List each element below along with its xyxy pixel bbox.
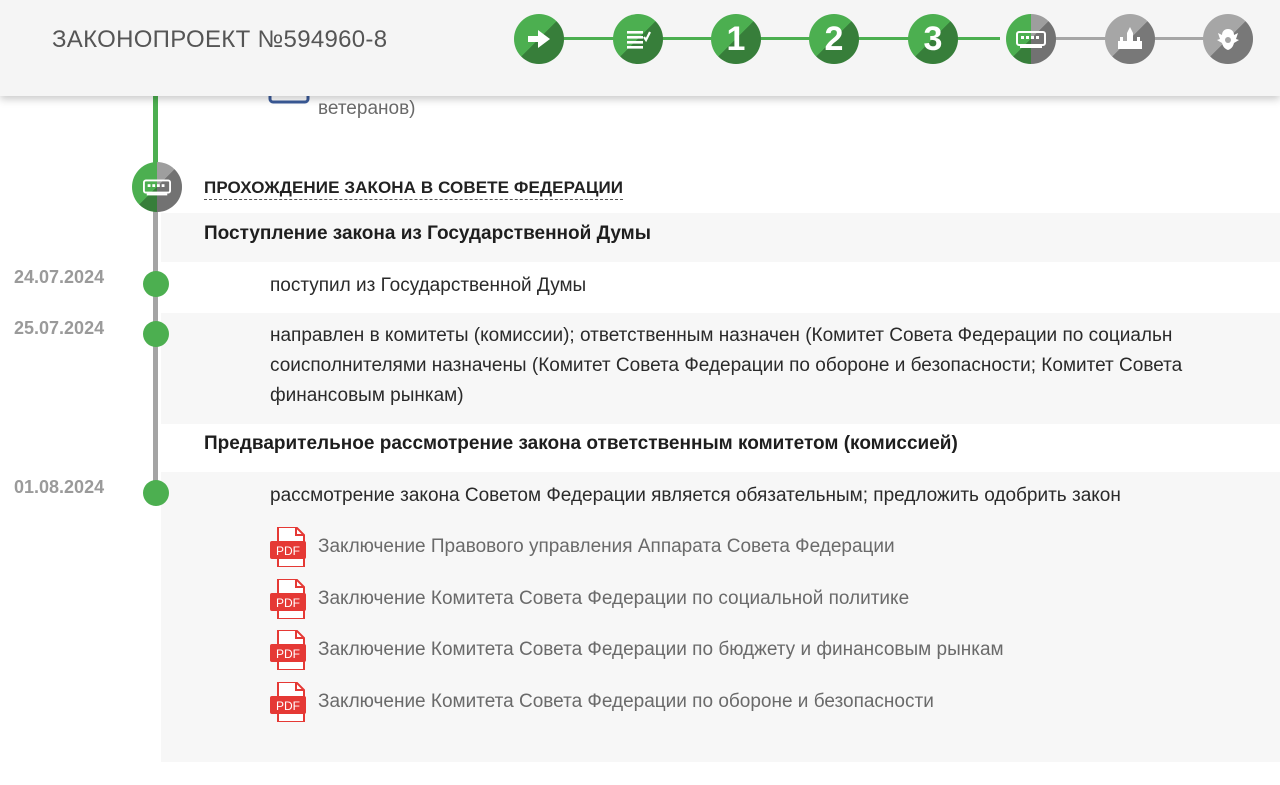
stage-number: 2 (824, 20, 844, 58)
document-link[interactable]: PDF Заключение Правового управления Аппа… (270, 527, 895, 567)
pdf-label: PDF (276, 544, 300, 558)
document-title[interactable]: Заключение Правового управления Аппарата… (318, 536, 895, 558)
event-date: 01.08.2024 (14, 477, 105, 497)
kremlin-icon (1118, 27, 1142, 49)
pdf-label: PDF (276, 699, 300, 713)
timeline-dot (143, 480, 169, 506)
stage-publication[interactable] (1203, 14, 1253, 64)
document-link[interactable]: PDF Заключение Комитета Совета Федерации… (270, 630, 1004, 670)
stage-section-title[interactable]: ПРОХОЖДЕНИЕ ЗАКОНА В СОВЕТЕ ФЕДЕРАЦИИ (204, 178, 624, 200)
stage-federation-council[interactable] (1006, 14, 1056, 64)
pdf-icon: PDF (270, 682, 306, 722)
timeline-rail (153, 200, 158, 495)
arrow-right-icon (528, 30, 550, 48)
pdf-icon: PDF (270, 579, 306, 619)
stage-preliminary[interactable] (613, 14, 663, 64)
document-title[interactable]: Заключение Комитета Совета Федерации по … (318, 588, 909, 610)
document-list-icon (627, 31, 651, 49)
previous-event-fragment: ветеранов) (318, 98, 416, 119)
stage-first-reading[interactable]: 1 (711, 14, 761, 64)
timeline-rail-done (153, 96, 158, 170)
event-text: рассмотрение закона Советом Федерации яв… (270, 485, 1121, 506)
stage-number: 1 (726, 20, 746, 58)
event-date: 24.07.2024 (14, 267, 105, 287)
event-text-line: финансовым рынкам) (270, 385, 464, 406)
timeline-dot (143, 271, 169, 297)
pdf-label: PDF (276, 596, 300, 610)
document-title[interactable]: Заключение Комитета Совета Федерации по … (318, 691, 934, 713)
stage-introduction[interactable] (514, 14, 564, 64)
event-text-line: направлен в комитеты (комиссии); ответст… (270, 325, 1173, 346)
federation-council-stage-node (132, 162, 182, 212)
pdf-label: PDF (276, 647, 300, 661)
federation-council-icon (143, 179, 171, 196)
stage-third-reading[interactable]: 3 (908, 14, 958, 64)
document-link[interactable]: PDF Заключение Комитета Совета Федерации… (270, 579, 909, 619)
document-link[interactable]: PDF Заключение Комитета Совета Федерации… (270, 682, 934, 722)
group-title: Предварительное рассмотрение закона отве… (204, 433, 958, 454)
federation-council-icon (1016, 31, 1046, 48)
stage-president[interactable] (1105, 14, 1155, 64)
pdf-icon: PDF (270, 630, 306, 670)
timeline-dot (143, 321, 169, 347)
bill-header: ЗАКОНОПРОЕКТ №594960-8 1 2 3 (0, 0, 1280, 96)
stage-second-reading[interactable]: 2 (809, 14, 859, 64)
stage-tracker: 1 2 3 (0, 0, 1280, 96)
event-text: поступил из Государственной Думы (270, 275, 587, 296)
event-text-line: соисполнителями назначены (Комитет Совет… (270, 355, 1183, 376)
document-title[interactable]: Заключение Комитета Совета Федерации по … (318, 639, 1004, 661)
pdf-icon: PDF (270, 527, 306, 567)
group-title: Поступление закона из Государственной Ду… (204, 223, 651, 244)
stage-number: 3 (923, 20, 943, 58)
event-date: 25.07.2024 (14, 318, 105, 338)
state-emblem-icon (1217, 29, 1239, 50)
